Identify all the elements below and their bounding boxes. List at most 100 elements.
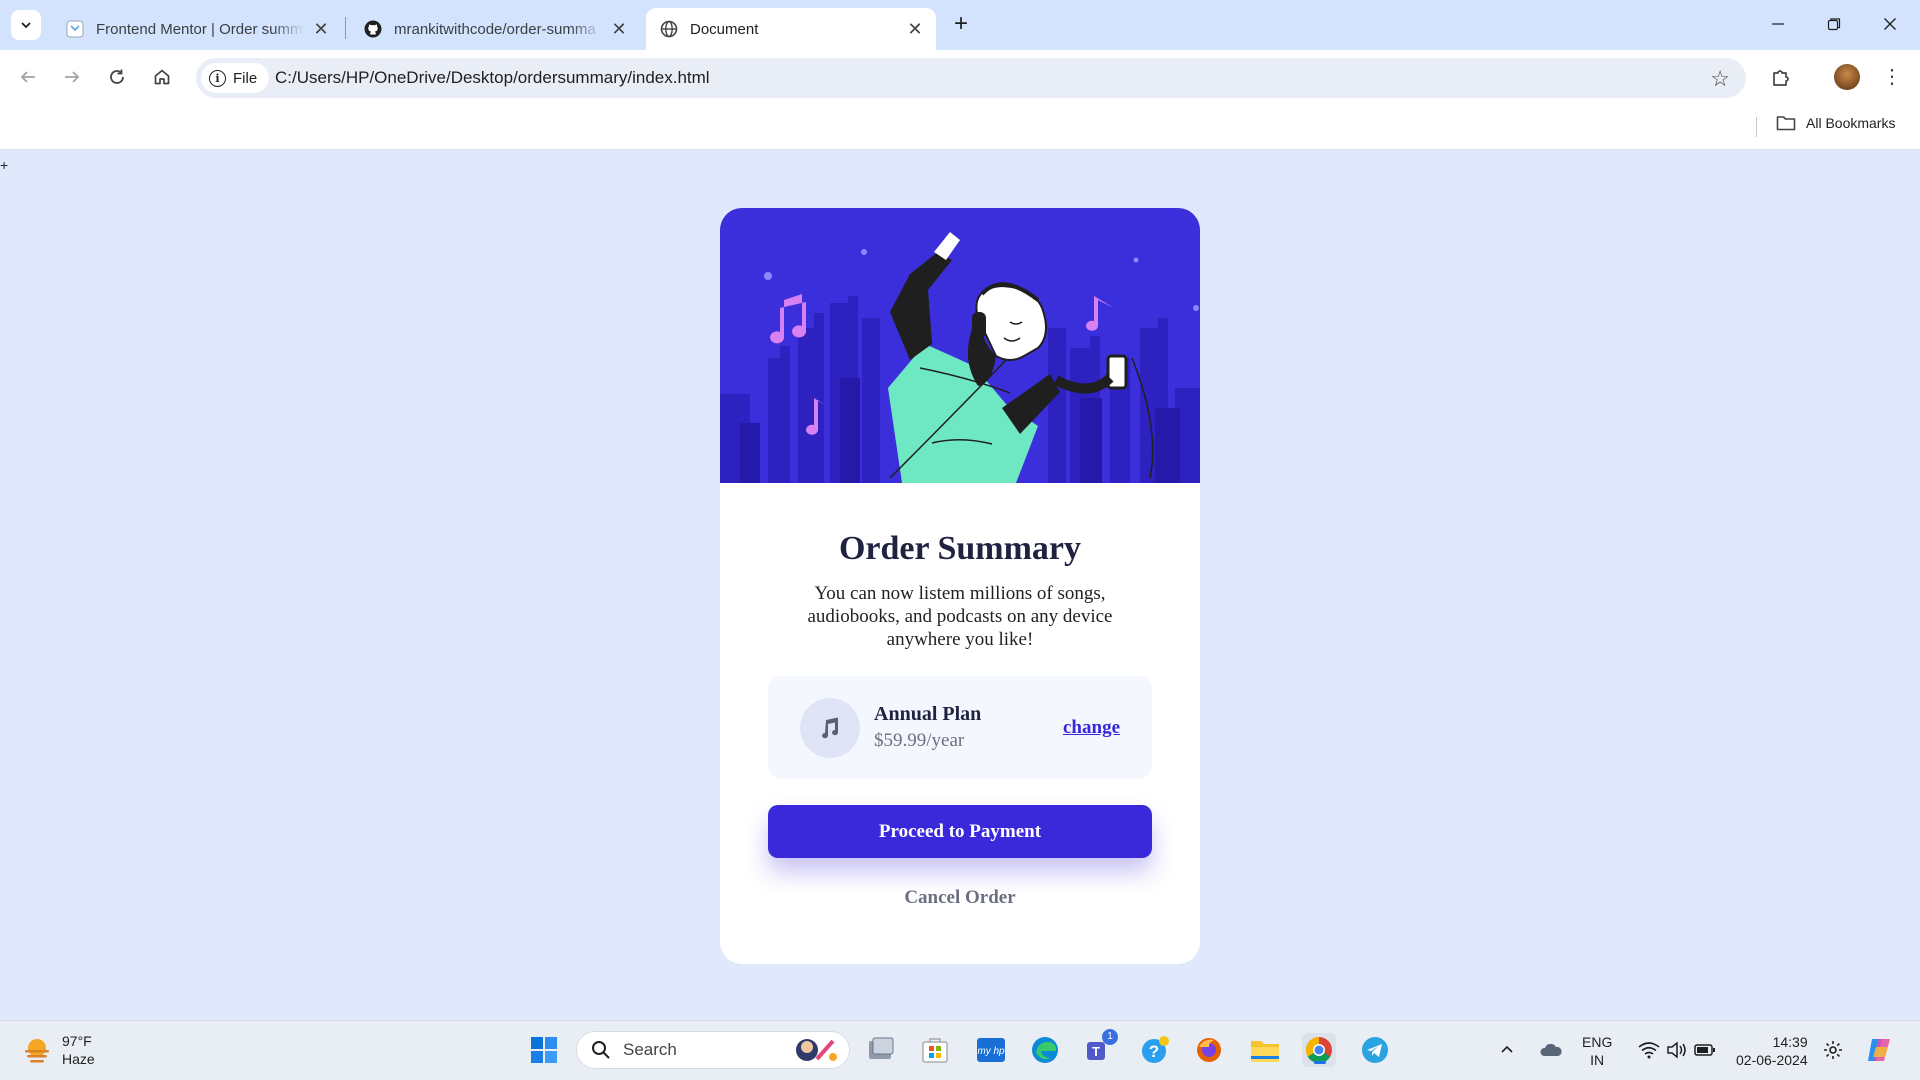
extensions-button[interactable] [1766, 62, 1796, 92]
close-icon[interactable]: ✕ [610, 19, 628, 40]
hero-illustration [720, 208, 1200, 483]
back-button[interactable] [13, 62, 43, 92]
telegram-icon [1362, 1037, 1388, 1063]
wifi-icon [1638, 1042, 1660, 1059]
edge-icon [1032, 1037, 1058, 1063]
clock-date: 02-06-2024 [1736, 1052, 1808, 1068]
info-icon: i [209, 69, 226, 87]
puzzle-icon [1773, 70, 1789, 86]
site-info-chip[interactable]: i File [201, 63, 270, 93]
tab-separator [345, 17, 346, 39]
github-icon [364, 20, 382, 38]
folder-icon [1251, 1041, 1279, 1062]
arrow-right-icon [65, 71, 80, 83]
microsoft-store-icon [922, 1038, 948, 1063]
address-bar[interactable]: i File C:/Users/HP/OneDrive/Desktop/orde… [196, 58, 1746, 98]
weather-widget[interactable]: 97°F Haze [22, 1032, 95, 1068]
more-menu-icon[interactable]: ⋮ [1882, 64, 1902, 89]
cursor-crosshair: + [0, 157, 9, 173]
help-icon: ? [1142, 1036, 1169, 1063]
notifications-button[interactable] [1818, 1033, 1848, 1067]
bookmarks-separator [1756, 117, 1757, 137]
tab-frontend-mentor[interactable]: Frontend Mentor | Order summ ✕ [52, 8, 342, 50]
store-app[interactable] [918, 1033, 952, 1067]
new-tab-button[interactable]: + [948, 12, 974, 38]
teams-app[interactable]: T 1 [1082, 1029, 1118, 1067]
svg-text:my hp: my hp [977, 1046, 1005, 1057]
bookmarks-bar: All Bookmarks [0, 104, 1920, 150]
svg-text:?: ? [1149, 1042, 1159, 1061]
all-bookmarks-button[interactable]: All Bookmarks [1776, 115, 1895, 131]
music-note-icon [800, 698, 860, 758]
copilot-icon [1868, 1039, 1890, 1061]
search-highlight-icon [796, 1039, 837, 1061]
show-hidden-icons-button[interactable] [1494, 1033, 1520, 1067]
clock-time: 14:39 [1772, 1034, 1808, 1050]
quick-settings-button[interactable] [1632, 1033, 1722, 1067]
task-view-button[interactable] [864, 1033, 898, 1067]
gear-icon [1824, 1041, 1842, 1059]
chevron-up-icon [1501, 1045, 1513, 1053]
language-code: ENG [1582, 1034, 1613, 1050]
tab-document[interactable]: Document ✕ [646, 8, 936, 50]
copilot-button[interactable] [1862, 1033, 1896, 1067]
region-code: IN [1590, 1052, 1605, 1068]
firefox-icon [1197, 1038, 1221, 1062]
close-icon [1884, 18, 1896, 30]
myhp-icon: my hp [977, 1038, 1005, 1062]
plan-name: Annual Plan [874, 703, 982, 725]
taskbar-search[interactable]: Search [576, 1031, 850, 1069]
onedrive-icon[interactable] [1536, 1033, 1566, 1067]
tab-strip: Frontend Mentor | Order summ ✕ mrankitwi… [0, 0, 1920, 50]
minimize-icon [1772, 23, 1784, 25]
reload-button[interactable] [102, 62, 132, 92]
folder-icon [1776, 116, 1796, 131]
proceed-to-payment-button[interactable]: Proceed to Payment [768, 805, 1152, 858]
bookmark-star-icon[interactable]: ☆ [1710, 66, 1730, 92]
telegram-app[interactable] [1358, 1033, 1392, 1067]
arrow-left-icon [20, 71, 35, 83]
page-viewport: + Order Summary You can now listem milli… [0, 151, 1920, 1019]
minimize-button[interactable] [1750, 0, 1806, 48]
close-icon[interactable]: ✕ [906, 19, 924, 40]
chrome-app[interactable] [1302, 1033, 1336, 1067]
plan-box: Annual Plan $59.99/year change [768, 676, 1152, 779]
taskbar-search-placeholder: Search [623, 1040, 677, 1059]
firefox-app[interactable] [1192, 1033, 1226, 1067]
task-view-icon [869, 1037, 894, 1059]
change-plan-link[interactable]: change [1063, 717, 1120, 739]
language-indicator[interactable]: ENG IN [1582, 1033, 1612, 1069]
weather-temperature: 97°F [62, 1033, 92, 1049]
help-app[interactable]: ? [1138, 1033, 1172, 1067]
home-button[interactable] [147, 62, 177, 92]
cancel-order-button[interactable]: Cancel Order [720, 887, 1200, 909]
close-icon[interactable]: ✕ [312, 19, 330, 40]
close-window-button[interactable] [1862, 0, 1918, 48]
all-bookmarks-label: All Bookmarks [1806, 115, 1896, 131]
tab-title: Document [690, 20, 759, 38]
tab-github[interactable]: mrankitwithcode/order-summa ✕ [350, 8, 640, 50]
battery-icon [1694, 1044, 1715, 1056]
chevron-down-icon [21, 22, 31, 29]
restore-icon [1827, 18, 1841, 31]
restore-button[interactable] [1806, 0, 1862, 48]
weather-condition: Haze [62, 1051, 95, 1067]
order-summary-card: Order Summary You can now listem million… [720, 208, 1200, 964]
tab-title: mrankitwithcode/order-summa [394, 20, 596, 38]
taskbar: 97°F Haze Search my hp T 1 ? ENG IN 14:3… [0, 1020, 1920, 1080]
tab-search-button[interactable] [11, 10, 41, 40]
forward-button[interactable] [57, 62, 87, 92]
browser-toolbar: i File C:/Users/HP/OneDrive/Desktop/orde… [0, 50, 1920, 104]
edge-app[interactable] [1028, 1033, 1062, 1067]
file-explorer-app[interactable] [1248, 1033, 1282, 1067]
tab-title: Frontend Mentor | Order summ [96, 20, 303, 38]
myhp-app[interactable]: my hp [974, 1033, 1008, 1067]
profile-avatar[interactable] [1834, 64, 1860, 90]
search-icon [592, 1041, 610, 1059]
haze-sun-icon [25, 1039, 49, 1063]
card-description: You can now listem millions of songs, au… [807, 583, 1113, 650]
start-button[interactable] [527, 1033, 561, 1067]
url-text[interactable]: C:/Users/HP/OneDrive/Desktop/ordersummar… [275, 68, 710, 88]
globe-icon [660, 20, 678, 38]
clock[interactable]: 14:39 02-06-2024 [1736, 1033, 1808, 1069]
